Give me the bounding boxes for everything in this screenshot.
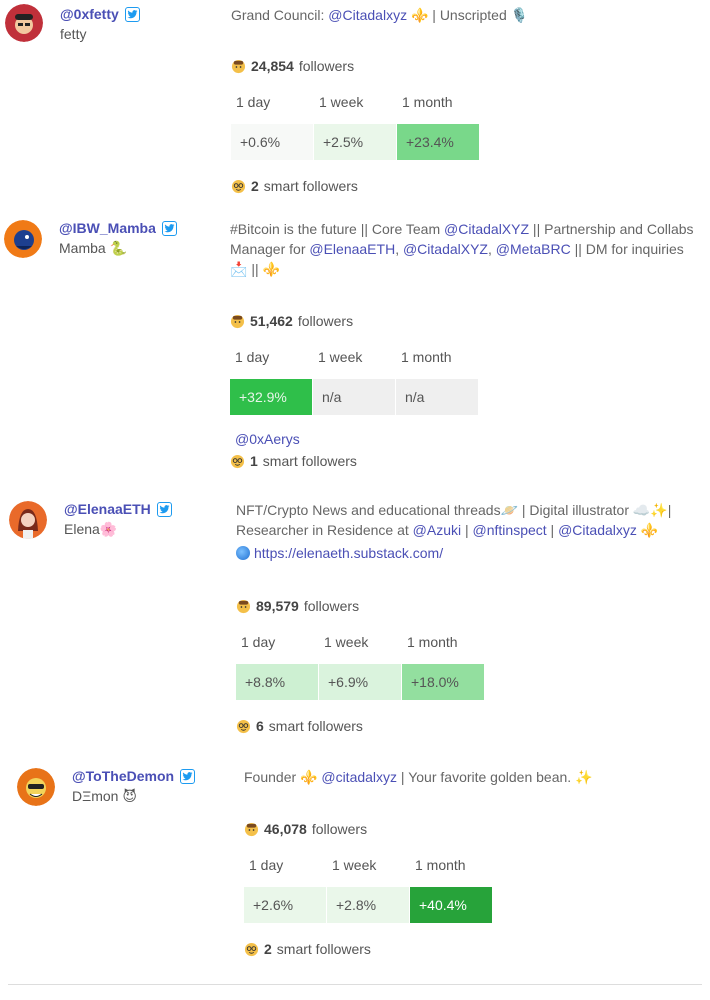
- smart-followers[interactable]: 2 smart followers: [231, 178, 358, 194]
- bio-mention-link[interactable]: @Citadalxyz: [558, 522, 637, 538]
- account-bio: #Bitcoin is the future || Core Team @Cit…: [230, 221, 694, 277]
- account-handle-link[interactable]: @ToTheDemon: [72, 768, 174, 784]
- bio-mention-link[interactable]: @CitadalXYZ: [444, 221, 529, 237]
- person-icon: [230, 314, 245, 329]
- twitter-bird-icon[interactable]: [161, 220, 177, 236]
- growth-header-week: 1 week: [324, 634, 369, 650]
- bio-mention-link[interactable]: @nftinspect: [473, 522, 547, 538]
- growth-cell-week: +2.8%: [327, 887, 409, 923]
- display-name: DΞmon 😈: [72, 788, 137, 804]
- account-bio: NFT/Crypto News and educational threads🪐…: [236, 502, 672, 538]
- website-link[interactable]: https://elenaeth.substack.com/: [254, 545, 443, 561]
- growth-header-month: 1 month: [407, 634, 458, 650]
- display-name: Mamba 🐍: [59, 240, 128, 256]
- list-divider: [8, 984, 702, 985]
- account-bio: Grand Council: @Citadalxyz ⚜️ | Unscript…: [231, 7, 529, 23]
- twitter-bird-icon[interactable]: [180, 768, 196, 784]
- website-link-row[interactable]: https://elenaeth.substack.com/: [236, 545, 443, 561]
- growth-cell-day: +0.6%: [231, 124, 313, 160]
- growth-header-day: 1 day: [235, 349, 270, 365]
- display-name: fetty: [60, 26, 87, 42]
- bio-mention-link[interactable]: @Citadalxyz: [328, 7, 407, 23]
- growth-table: 1 day 1 week 1 month +8.8% +6.9% +18.0%: [236, 634, 485, 700]
- growth-cell-week: +6.9%: [319, 664, 401, 700]
- smart-follower-link[interactable]: @0xAerys: [235, 431, 300, 447]
- growth-table: 1 day 1 week 1 month +0.6% +2.5% +23.4%: [231, 94, 480, 160]
- twitter-bird-icon[interactable]: [156, 501, 172, 517]
- nerd-face-icon: [244, 942, 259, 957]
- bio-mention-link[interactable]: @CitadalXYZ: [403, 241, 488, 257]
- avatar[interactable]: [4, 220, 42, 258]
- smart-followers[interactable]: 1 smart followers: [230, 453, 357, 469]
- growth-cell-month: +18.0%: [402, 664, 484, 700]
- account-handle-link[interactable]: @IBW_Mamba: [59, 220, 156, 236]
- avatar[interactable]: [17, 768, 55, 806]
- growth-table: 1 day 1 week 1 month +32.9% n/a n/a: [230, 349, 479, 415]
- growth-header-month: 1 month: [401, 349, 452, 365]
- growth-cell-day: +32.9%: [230, 379, 312, 415]
- followers-count: 24,854 followers: [231, 58, 354, 74]
- globe-icon: [236, 546, 250, 560]
- bio-mention-link[interactable]: @Azuki: [413, 522, 461, 538]
- nerd-face-icon: [231, 179, 246, 194]
- growth-header-day: 1 day: [236, 94, 271, 110]
- bio-mention-link[interactable]: @citadalxyz: [321, 769, 397, 785]
- person-icon: [236, 599, 251, 614]
- avatar[interactable]: [9, 501, 47, 539]
- bio-mention-link[interactable]: @MetaBRC: [496, 241, 571, 257]
- twitter-bird-icon[interactable]: [124, 6, 140, 22]
- growth-header-week: 1 week: [319, 94, 364, 110]
- followers-count: 46,078 followers: [244, 821, 367, 837]
- nerd-face-icon: [230, 454, 245, 469]
- growth-table: 1 day 1 week 1 month +2.6% +2.8% +40.4%: [244, 857, 493, 923]
- nerd-face-icon: [236, 719, 251, 734]
- smart-followers[interactable]: 6 smart followers: [236, 718, 363, 734]
- growth-header-day: 1 day: [241, 634, 276, 650]
- growth-header-week: 1 week: [332, 857, 377, 873]
- growth-cell-day: +2.6%: [244, 887, 326, 923]
- growth-cell-month: +23.4%: [397, 124, 479, 160]
- followers-count: 89,579 followers: [236, 598, 359, 614]
- account-bio: Founder ⚜️ @citadalxyz | Your favorite g…: [244, 769, 593, 785]
- avatar[interactable]: [5, 4, 43, 42]
- account-handle-link[interactable]: @0xfetty: [60, 6, 119, 22]
- growth-cell-week: +2.5%: [314, 124, 396, 160]
- growth-header-month: 1 month: [402, 94, 453, 110]
- growth-cell-day: +8.8%: [236, 664, 318, 700]
- growth-cell-month: n/a: [396, 379, 478, 415]
- display-name: Elena🌸: [64, 521, 118, 537]
- smart-followers[interactable]: 2 smart followers: [244, 941, 371, 957]
- growth-cell-month: +40.4%: [410, 887, 492, 923]
- bio-mention-link[interactable]: @ElenaaETH: [309, 241, 395, 257]
- followers-count: 51,462 followers: [230, 313, 353, 329]
- person-icon: [231, 59, 246, 74]
- growth-cell-week: n/a: [313, 379, 395, 415]
- growth-header-month: 1 month: [415, 857, 466, 873]
- growth-header-day: 1 day: [249, 857, 284, 873]
- person-icon: [244, 822, 259, 837]
- growth-header-week: 1 week: [318, 349, 363, 365]
- account-handle-link[interactable]: @ElenaaETH: [64, 501, 151, 517]
